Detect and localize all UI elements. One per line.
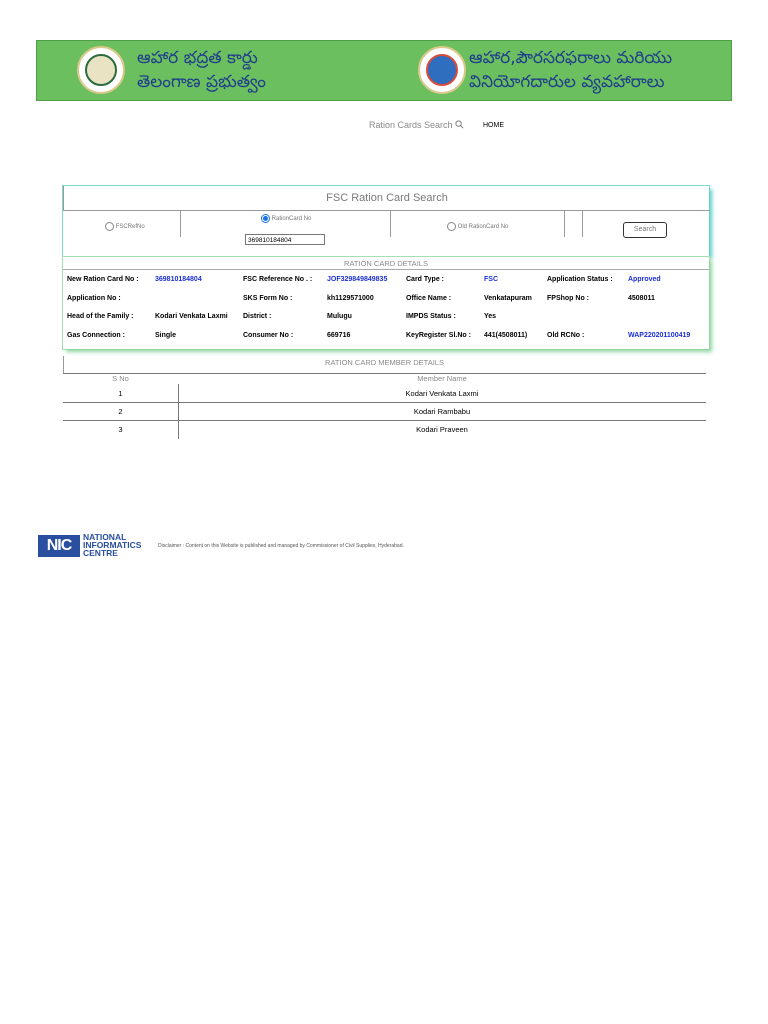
search-panel-title: FSC Ration Card Search — [63, 186, 710, 211]
row-sno: 2 — [118, 407, 123, 416]
radio-rationcard-no[interactable] — [261, 214, 270, 223]
right-title-line2: వినియోగదారుల వ్యవహారాలు — [469, 72, 665, 92]
divider — [180, 210, 181, 237]
value-application-status: Approved — [628, 276, 661, 283]
row-sno: 1 — [118, 389, 123, 398]
member-details-title: RATION CARD MEMBER DETAILS — [325, 358, 444, 367]
label-old-rcno: Old RCNo : — [547, 332, 585, 339]
nic-org-line3: CENTRE — [83, 548, 118, 558]
nic-org-name: NATIONAL INFORMATICS CENTRE — [83, 533, 155, 558]
label-keyregister-slno: KeyRegister Sl.No : — [406, 332, 471, 339]
label-application-status: Application Status : — [547, 276, 613, 283]
label-application-no: Application No : — [67, 295, 121, 302]
label-district: District : — [243, 313, 272, 320]
nic-logo-icon: NIC — [38, 535, 80, 557]
label-impds-status: IMPDS Status : — [406, 313, 456, 320]
value-fpshop-no: 4508011 — [628, 295, 655, 302]
value-consumer-no: 669716 — [327, 332, 351, 339]
label-sks-form-no: SKS Form No : — [243, 295, 293, 302]
divider — [63, 402, 706, 403]
value-keyregister-slno: 441(4508011) — [484, 332, 528, 339]
label-office-name: Office Name : — [406, 295, 452, 302]
top-nav: Ration Cards Search HOME — [0, 120, 768, 134]
value-old-rcno: WAP220201100419 — [628, 332, 691, 339]
value-impds-status: Yes — [484, 313, 497, 320]
civil-supplies-emblem-icon — [418, 46, 466, 94]
value-fsc-reference-no: JOF329849849835 — [327, 276, 388, 283]
search-icon — [455, 120, 464, 129]
row-member-name: Kodari Praveen — [416, 425, 468, 434]
col-header-sno: S No — [112, 374, 129, 383]
radio-old-rationcard-no[interactable] — [447, 222, 456, 231]
label-gas-connection: Gas Connection : — [67, 332, 125, 339]
value-gas-connection: Single — [155, 332, 177, 339]
nav-home-link[interactable]: HOME — [483, 122, 504, 129]
divider — [390, 210, 391, 237]
value-card-type: FSC — [484, 276, 498, 283]
row-member-name: Kodari Rambabu — [413, 407, 471, 416]
label-fpshop-no: FPShop No : — [547, 295, 589, 302]
option-fscrefno-label: FSCRefNo — [115, 224, 145, 231]
label-fsc-reference-no: FSC Reference No . : — [243, 276, 313, 283]
divider — [63, 269, 709, 270]
value-district: Mulugu — [327, 313, 352, 320]
header-banner: ఆహార భద్రత కార్డు తెలంగాణ ప్రభుత్వం ఆహార… — [36, 40, 732, 101]
label-head-of-family: Head of the Family : — [67, 313, 134, 320]
option-old-rationcard-no-label: Old RationCard No — [457, 224, 509, 231]
row-member-name: Kodari Venkata Laxmi — [405, 389, 479, 398]
ration-card-input[interactable]: 369810184804 — [245, 234, 325, 245]
option-old-rationcard-no[interactable]: Old RationCard No — [447, 222, 508, 250]
disclaimer-text: Disclaimer : Content on this Website is … — [158, 543, 404, 549]
divider — [63, 420, 706, 421]
details-title: RATION CARD DETAILS — [344, 259, 428, 268]
label-card-type: Card Type : — [406, 276, 444, 283]
right-title-line1: ఆహార,పౌరసరఫరాలు మరియు — [469, 48, 673, 68]
divider — [582, 210, 583, 237]
value-head-of-family: Kodari Venkata Laxmi — [155, 313, 228, 320]
divider — [564, 210, 565, 237]
telangana-emblem-icon — [77, 46, 125, 94]
option-rationcard-no-label: RationCard No — [271, 216, 312, 223]
search-panel: FSC Ration Card Search FSCRefNo RationCa… — [63, 186, 710, 256]
value-office-name: Venkatapuram — [484, 295, 532, 302]
option-fscrefno[interactable]: FSCRefNo — [105, 222, 145, 250]
value-new-ration-card-no: 369810184804 — [155, 276, 202, 283]
label-new-ration-card-no: New Ration Card No : — [67, 276, 139, 283]
ration-card-details-panel: RATION CARD DETAILS New Ration Card No :… — [63, 257, 709, 349]
radio-fscrefno[interactable] — [105, 222, 114, 231]
label-consumer-no: Consumer No : — [243, 332, 294, 339]
search-button[interactable]: Search — [623, 222, 667, 238]
col-header-member-name: Member Name — [417, 374, 467, 383]
nav-ration-cards-search[interactable]: Ration Cards Search — [369, 120, 464, 130]
row-sno: 3 — [118, 425, 123, 434]
value-sks-form-no: kh1129571000 — [327, 295, 374, 302]
left-title-line1: ఆహార భద్రత కార్డు — [137, 48, 258, 68]
nav-search-label: Ration Cards Search — [369, 120, 453, 130]
left-title-line2: తెలంగాణ ప్రభుత్వం — [137, 72, 266, 92]
